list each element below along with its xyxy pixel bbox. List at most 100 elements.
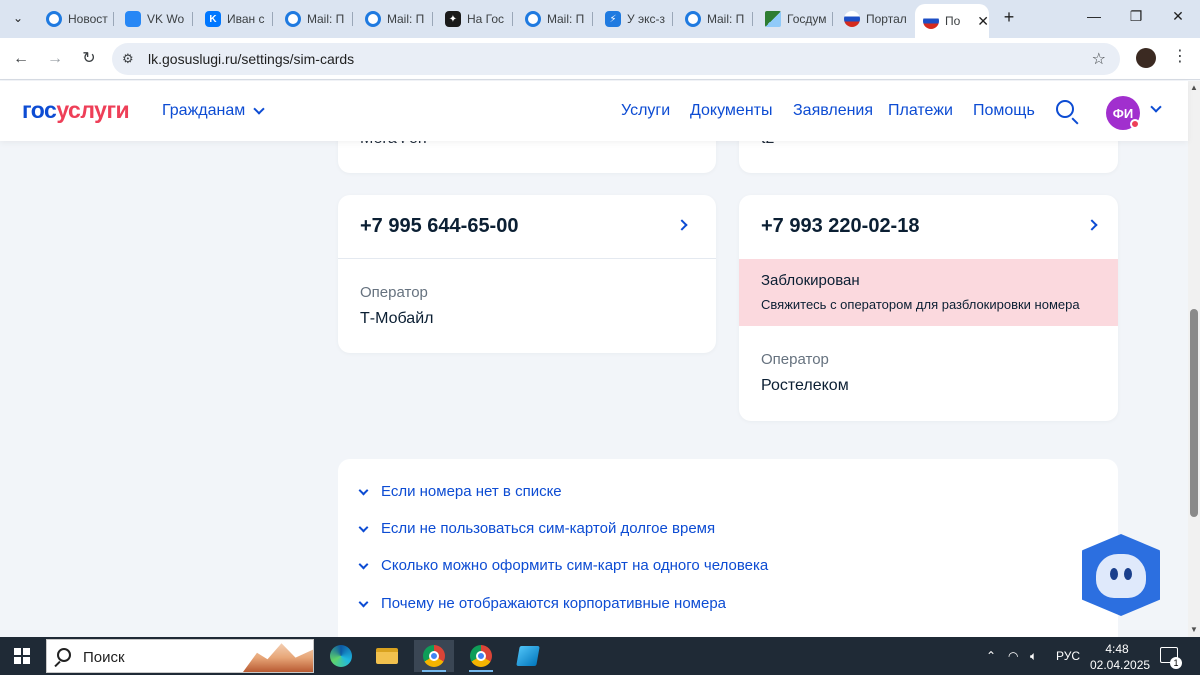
taskbar-explorer[interactable] (367, 640, 407, 672)
tab-title: Новост (68, 12, 108, 26)
nav-applications[interactable]: Заявления (793, 102, 873, 120)
chevron-down-icon (253, 103, 265, 115)
back-arrow-icon[interactable]: ← (10, 48, 32, 70)
browser-tab[interactable]: Mail: П (677, 6, 753, 32)
notification-dot (1130, 119, 1140, 129)
nav-services[interactable]: Услуги (621, 102, 670, 120)
notes-app-icon (516, 646, 540, 666)
chrome-icon (470, 645, 492, 667)
operator-value: Т-Мобайл (360, 310, 434, 327)
faq-item[interactable]: Сколько можно оформить сим-карт на одног… (358, 557, 768, 574)
chevron-right-icon[interactable] (1086, 219, 1098, 231)
browser-tab[interactable]: VK Wo (117, 6, 193, 32)
gosuslugi-logo[interactable]: госуслуги (22, 97, 130, 124)
minimize-icon[interactable]: — (1084, 8, 1104, 24)
address-bar[interactable]: ⚙ lk.gosuslugi.ru/settings/sim-cards ☆ (112, 43, 1120, 75)
chevron-down-icon[interactable] (1150, 101, 1162, 113)
reload-icon[interactable]: ↻ (78, 48, 100, 70)
wifi-icon[interactable]: ◠ (1008, 649, 1018, 663)
taskbar-notes[interactable] (508, 640, 548, 672)
profile-avatar[interactable] (1136, 48, 1156, 68)
chevron-down-icon (358, 522, 369, 532)
mail-ru-icon (365, 11, 381, 27)
site-settings-icon[interactable]: ⚙ (122, 51, 134, 67)
audience-selector[interactable]: Гражданам (162, 102, 265, 120)
taskbar-search[interactable]: Поиск (46, 639, 314, 673)
status-title: Заблокирован (761, 272, 860, 289)
taskbar-edge[interactable] (321, 640, 361, 672)
search-icon[interactable] (1056, 100, 1074, 118)
nav-help[interactable]: Помощь (973, 102, 1035, 120)
russia-flag-icon (923, 13, 939, 29)
scrollbar-thumb[interactable] (1190, 309, 1198, 517)
taskbar-chrome-profile[interactable] (461, 640, 501, 672)
logo-part-gos: гос (22, 97, 57, 123)
site-header: госуслуги Гражданам Услуги Документы Зая… (0, 81, 1188, 141)
faq-question: Если не пользоваться сим-картой долгое в… (381, 520, 716, 537)
gosduma-icon (765, 11, 781, 27)
browser-tab[interactable]: Mail: П (517, 6, 593, 32)
tab-title: Госдум (787, 12, 827, 26)
taskbar-chrome[interactable] (414, 640, 454, 672)
chevron-down-icon: ⌄ (12, 11, 24, 25)
search-icon (57, 648, 71, 662)
tab-search-button[interactable]: ⌄ (6, 6, 30, 30)
robot-eye (1110, 568, 1118, 580)
chevron-right-icon[interactable] (676, 219, 688, 231)
russia-flag-icon (844, 11, 860, 27)
close-tab-icon[interactable]: ✕ (977, 13, 989, 30)
more-menu-icon[interactable]: ⋮ (1172, 46, 1188, 66)
scroll-up-icon[interactable]: ▲ (1190, 83, 1198, 92)
folder-icon (376, 648, 398, 664)
bookmark-star-icon[interactable]: ☆ (1092, 49, 1106, 69)
restore-icon[interactable]: ❐ (1126, 8, 1146, 25)
operator-label: Оператор (761, 351, 829, 368)
clock-date: 02.04.2025 (1090, 658, 1151, 672)
faq-item[interactable]: Если не пользоваться сим-картой долгое в… (358, 520, 716, 537)
browser-tab[interactable]: K Иван с (197, 6, 273, 32)
mail-ru-icon (525, 11, 541, 27)
browser-tab[interactable]: Mail: П (277, 6, 353, 32)
tab-title: На Гос (467, 12, 505, 26)
browser-tab[interactable]: Mail: П (357, 6, 433, 32)
nav-documents[interactable]: Документы (690, 102, 772, 120)
browser-tab[interactable]: ⚡ У экс-з (597, 6, 673, 32)
tab-title: У экс-з (627, 12, 665, 26)
language-indicator[interactable]: РУС (1056, 649, 1080, 663)
close-window-icon[interactable]: ✕ (1168, 8, 1188, 25)
browser-tab-active[interactable]: По ✕ (915, 4, 989, 38)
new-tab-button[interactable]: + (1000, 8, 1018, 26)
chevron-down-icon (358, 559, 369, 569)
chevron-up-icon[interactable]: ⌃ (986, 649, 996, 663)
sparkle-icon: ✦ (445, 11, 461, 27)
browser-tab[interactable]: Новост (38, 6, 114, 32)
sim-card[interactable]: +7 995 644-65-00 Оператор Т-Мобайл (338, 195, 716, 353)
volume-icon[interactable]: 🔈︎ (1030, 649, 1037, 664)
browser-tab[interactable]: Портал (836, 6, 912, 32)
vk-workspace-icon (125, 11, 141, 27)
faq-question: Почему не отображаются корпоративные ном… (381, 595, 727, 612)
scroll-down-icon[interactable]: ▼ (1190, 625, 1198, 634)
sim-card-blocked[interactable]: +7 993 220-02-18 Заблокирован Свяжитесь … (739, 195, 1118, 421)
robot-assistant-icon[interactable] (1082, 534, 1160, 616)
faq-question: Если номера нет в списке (381, 483, 562, 500)
tab-title: Портал (866, 12, 907, 26)
faq-item[interactable]: Почему не отображаются корпоративные ном… (358, 595, 727, 612)
chevron-down-icon (358, 597, 369, 607)
chevron-down-icon (358, 485, 369, 495)
nav-payments[interactable]: Платежи (888, 102, 953, 120)
phone-number: +7 993 220-02-18 (761, 215, 920, 237)
url-text[interactable]: lk.gosuslugi.ru/settings/sim-cards (148, 51, 354, 67)
page-scrollbar[interactable]: ▲ ▼ (1188, 81, 1200, 637)
operator-value: Ростелеком (761, 377, 849, 394)
faq-item[interactable]: Если номера нет в списке (358, 483, 562, 500)
browser-tab[interactable]: Госдум (757, 6, 833, 32)
forward-arrow-icon[interactable]: → (44, 48, 66, 70)
windows-start-icon[interactable] (14, 648, 30, 664)
taskbar-clock[interactable]: 4:48 02.04.2025 (1090, 641, 1151, 673)
logo-part-uslugi: услуги (56, 97, 130, 123)
tab-title: Mail: П (707, 12, 745, 26)
tab-title: Иван с (227, 12, 265, 26)
search-placeholder: Поиск (83, 649, 125, 666)
browser-tab[interactable]: ✦ На Гос (437, 6, 513, 32)
